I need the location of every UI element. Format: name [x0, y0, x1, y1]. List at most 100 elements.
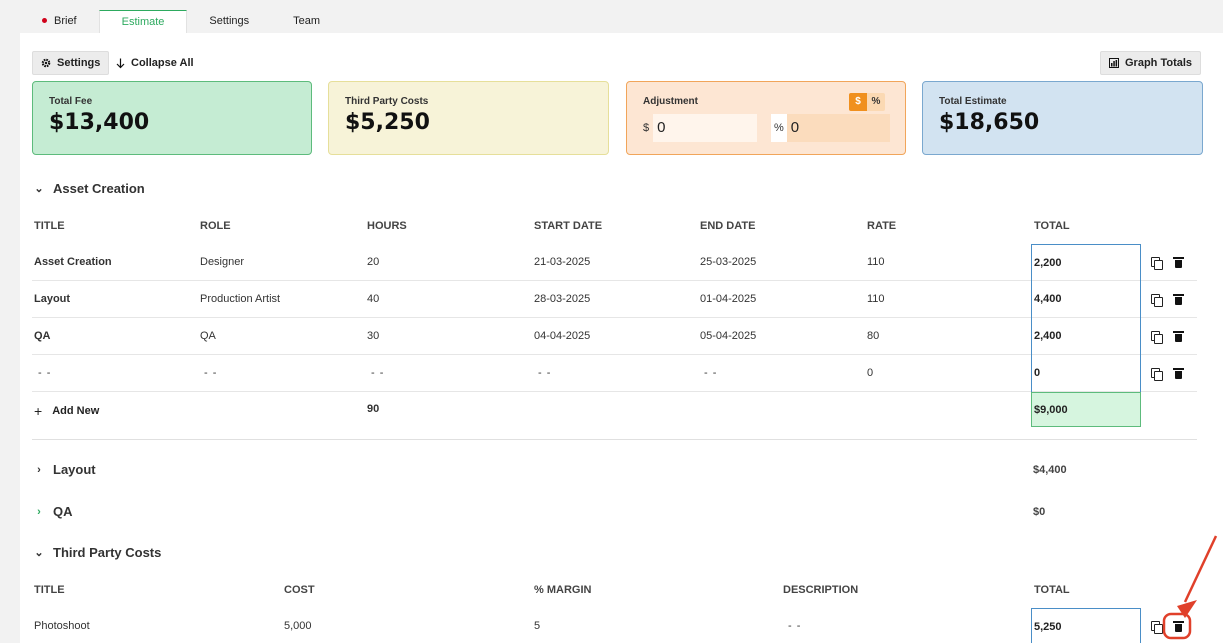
col-role: ROLE	[200, 220, 231, 232]
graph-totals-label: Graph Totals	[1125, 57, 1193, 69]
cell-total: 2,200	[1031, 244, 1141, 281]
adjustment-percent-toggle[interactable]: %	[867, 93, 885, 111]
cell-total: 5,250	[1031, 608, 1141, 643]
cell-cost[interactable]: 5,000	[284, 608, 312, 643]
col-title: TITLE	[34, 220, 65, 232]
cell-start-date[interactable]: - -	[538, 355, 551, 392]
section-total: $0	[1033, 506, 1046, 518]
cell-rate[interactable]: 110	[867, 281, 885, 318]
section-title: Asset Creation	[53, 181, 145, 196]
third-party-card: Third Party Costs $5,250	[328, 81, 609, 155]
section-layout-header[interactable]: › Layout	[34, 462, 96, 477]
section-title: Layout	[53, 462, 96, 477]
adjustment-percent-input[interactable]: 0	[786, 114, 890, 142]
cell-total: 0	[1031, 355, 1141, 392]
cell-rate[interactable]: 80	[867, 318, 879, 355]
cell-start-date[interactable]: 28-03-2025	[534, 281, 590, 318]
adjustment-dollar-field: $ 0	[643, 114, 758, 142]
cell-end-date[interactable]: - -	[704, 355, 717, 392]
status-dot-icon	[42, 17, 47, 23]
settings-button[interactable]: Settings	[32, 51, 110, 75]
section-title: QA	[53, 504, 73, 519]
copy-icon[interactable]	[1151, 294, 1163, 307]
chevron-down-icon: ⌄	[34, 183, 44, 195]
tab-team-label: Team	[293, 15, 321, 27]
tab-settings-label: Settings	[209, 15, 250, 27]
gear-icon	[41, 58, 51, 68]
tab-brief-label: Brief	[54, 15, 77, 27]
cell-end-date[interactable]: 25-03-2025	[700, 244, 756, 281]
graph-totals-button[interactable]: Graph Totals	[1100, 51, 1202, 75]
section-qa-header[interactable]: › QA	[34, 504, 73, 519]
cell-title[interactable]: Photoshoot	[34, 608, 90, 643]
table-row: - - - - - - - - - - 0 0	[32, 355, 1197, 392]
estimate-panel: Settings Collapse All Graph Totals Total…	[20, 33, 1223, 643]
copy-icon[interactable]	[1151, 368, 1163, 381]
chevron-right-icon: ›	[37, 463, 41, 476]
cell-role[interactable]: QA	[200, 318, 216, 355]
section-asset-creation-header[interactable]: ⌄ Asset Creation	[34, 181, 145, 196]
tab-estimate-label: Estimate	[121, 16, 165, 28]
total-estimate-card: Total Estimate $18,650	[922, 81, 1203, 155]
col-start-date: START DATE	[534, 220, 603, 232]
cell-role[interactable]: Designer	[200, 244, 244, 281]
tab-brief[interactable]: Brief	[20, 10, 99, 33]
trash-icon[interactable]	[1173, 294, 1184, 305]
cell-role[interactable]: Production Artist	[200, 281, 280, 318]
col-total: TOTAL	[1034, 584, 1070, 596]
col-margin: % MARGIN	[534, 584, 592, 596]
third-party-value: $5,250	[345, 110, 430, 135]
cell-hours[interactable]: - -	[371, 355, 384, 392]
tab-team[interactable]: Team	[271, 10, 342, 33]
cell-start-date[interactable]: 21-03-2025	[534, 244, 590, 281]
col-cost: COST	[284, 584, 315, 596]
cell-description[interactable]: - -	[788, 608, 801, 643]
total-estimate-label: Total Estimate	[939, 96, 1007, 107]
table-row: Photoshoot 5,000 5 - - 5,250	[32, 608, 1197, 643]
cell-total: 2,400	[1031, 318, 1141, 355]
third-party-label: Third Party Costs	[345, 96, 429, 107]
cell-end-date[interactable]: 01-04-2025	[700, 281, 756, 318]
annotation-arrow	[1162, 535, 1218, 640]
section-third-party-header[interactable]: ⌄ Third Party Costs	[34, 545, 161, 560]
cell-hours[interactable]: 20	[367, 244, 379, 281]
tab-estimate[interactable]: Estimate	[98, 10, 188, 33]
table-row: QA QA 30 04-04-2025 05-04-2025 80 2,400	[32, 318, 1197, 355]
trash-icon[interactable]	[1173, 331, 1184, 342]
plus-icon: +	[34, 403, 43, 419]
add-new-button[interactable]: + Add New	[34, 403, 99, 419]
trash-icon[interactable]	[1173, 257, 1184, 268]
cell-title[interactable]: - -	[38, 355, 51, 392]
total-fee-card: Total Fee $13,400	[32, 81, 312, 155]
cell-rate[interactable]: 110	[867, 244, 885, 281]
cell-margin[interactable]: 5	[534, 608, 540, 643]
section-title: Third Party Costs	[53, 545, 162, 560]
copy-icon[interactable]	[1151, 331, 1163, 344]
col-description: DESCRIPTION	[783, 584, 859, 596]
cell-title[interactable]: Asset Creation	[34, 244, 112, 281]
total-fee-value: $13,400	[49, 110, 150, 135]
tab-settings[interactable]: Settings	[187, 10, 271, 33]
adjustment-dollar-toggle[interactable]: $	[849, 93, 867, 111]
col-total: TOTAL	[1034, 220, 1070, 232]
copy-icon[interactable]	[1151, 257, 1163, 270]
chevron-right-icon: ›	[37, 505, 41, 518]
adjustment-dollar-input[interactable]: 0	[653, 114, 758, 142]
cell-hours[interactable]: 30	[367, 318, 379, 355]
cell-title[interactable]: Layout	[34, 281, 70, 318]
collapse-all-button[interactable]: Collapse All	[108, 51, 202, 75]
trash-icon[interactable]	[1173, 368, 1184, 379]
adjustment-percent-field: % 0	[771, 114, 890, 142]
cell-title[interactable]: QA	[34, 318, 51, 355]
tab-bar: Brief Estimate Settings Team	[20, 10, 342, 33]
cell-end-date[interactable]: 05-04-2025	[700, 318, 756, 355]
cell-start-date[interactable]: 04-04-2025	[534, 318, 590, 355]
hours-sum: 90	[367, 403, 380, 415]
cell-rate[interactable]: 0	[867, 355, 873, 392]
col-rate: RATE	[867, 220, 897, 232]
add-new-label: Add New	[52, 405, 100, 417]
percent-prefix: %	[771, 114, 787, 142]
adjustment-card: Adjustment $ % $ 0 % 0	[626, 81, 906, 155]
cell-role[interactable]: - -	[204, 355, 217, 392]
cell-hours[interactable]: 40	[367, 281, 379, 318]
